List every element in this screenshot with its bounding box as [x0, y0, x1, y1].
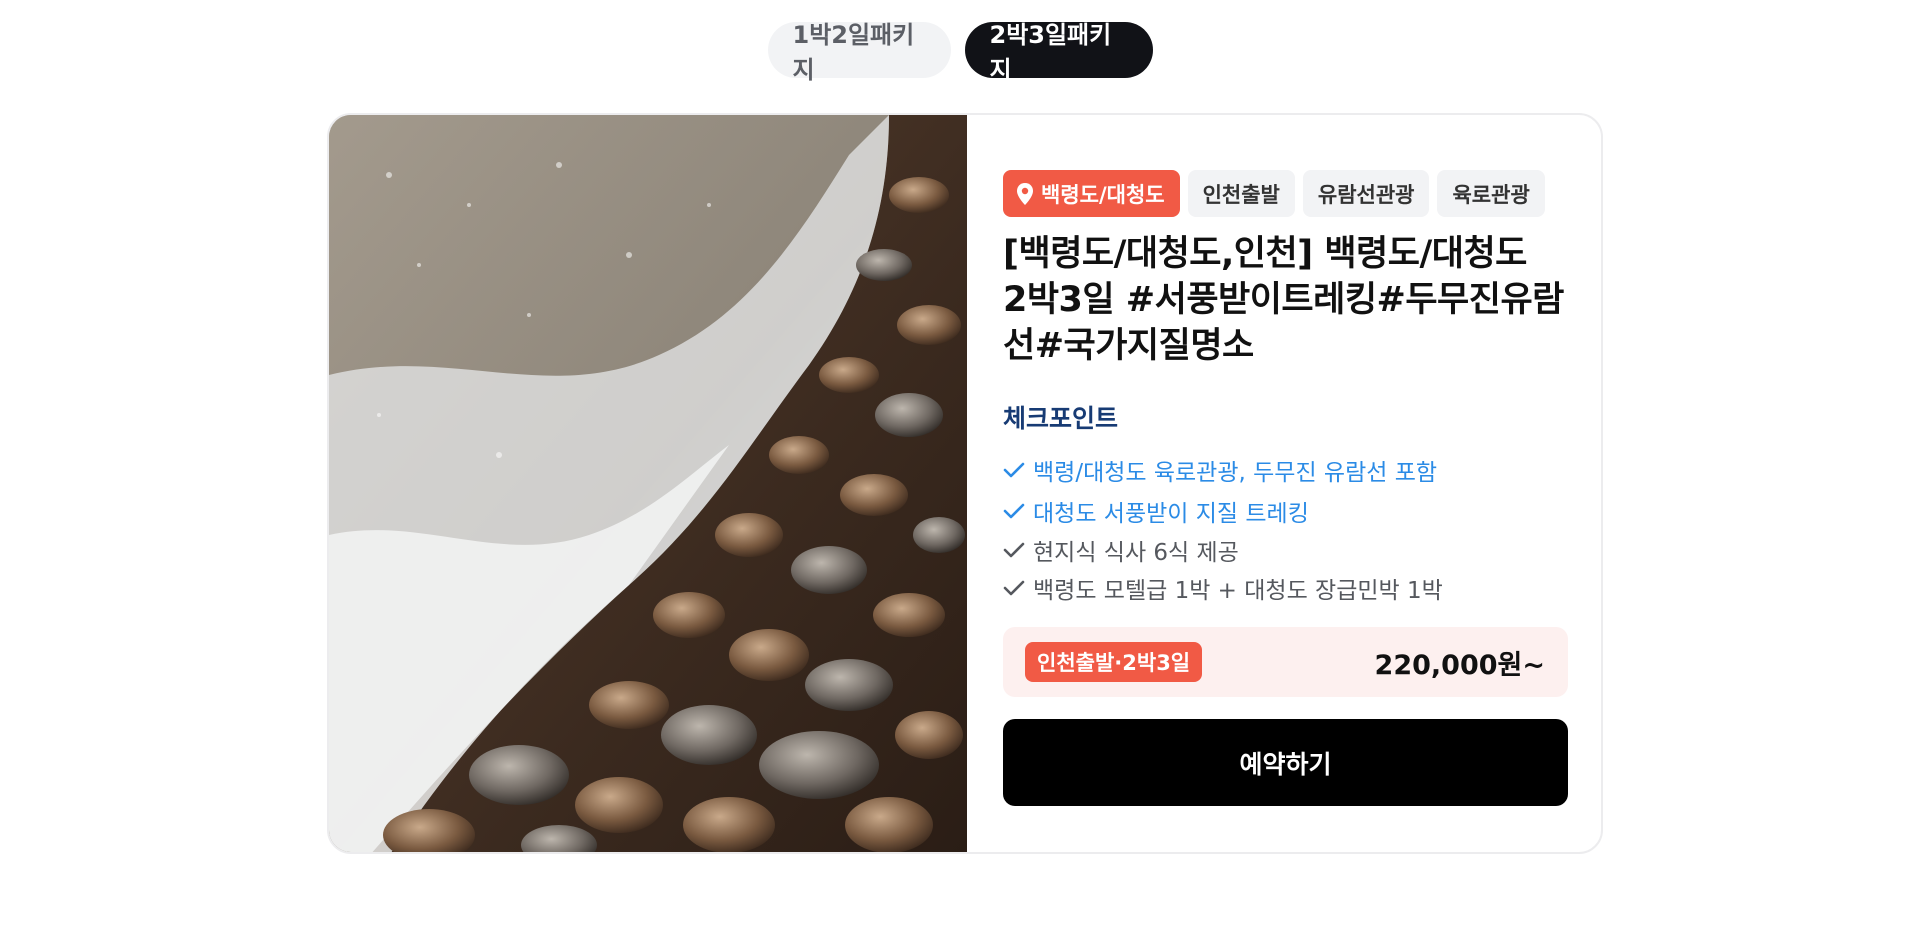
tab-2n3d-package[interactable]: 2박3일패키지 — [964, 21, 1153, 84]
tag-list: 백령도/대청도 인천출발 유람선관광 육로관광 — [1003, 170, 1568, 217]
package-card: 백령도/대청도 인천출발 유람선관광 육로관광 [백령도/대청도,인천] 백령도… — [327, 113, 1603, 854]
tag-departure: 인천출발 — [1187, 170, 1295, 217]
checkpoint-heading: 체크포인트 — [1003, 404, 1119, 433]
checkpoint-item: 백령도 모텔급 1박 + 대청도 장급민박 1박 — [1003, 569, 1568, 607]
tag-land-tour: 육로관광 — [1437, 170, 1545, 217]
checkpoint-text: 현지식 식사 6식 제공 — [1033, 540, 1239, 566]
title-line: 선#국가지질명소 — [1003, 326, 1254, 366]
price-option-tag: 인천출발·2박3일 — [1025, 642, 1203, 682]
price-box: 인천출발·2박3일 220,000원~ — [1003, 627, 1568, 697]
checkpoint-list: 백령/대청도 육로관광, 두무진 유람선 포함 대청도 서풍받이 지질 트레킹 … — [1003, 449, 1568, 607]
tag-location: 백령도/대청도 — [1003, 170, 1180, 217]
pebble-beach-photo — [329, 115, 967, 852]
checkpoint-item: 현지식 식사 6식 제공 — [1003, 531, 1568, 569]
book-button[interactable]: 예약하기 — [1003, 719, 1568, 806]
checkpoint-item: 대청도 서풍받이 지질 트레킹 — [1003, 490, 1568, 531]
checkpoint-text: 대청도 서풍받이 지질 트레킹 — [1033, 500, 1309, 527]
title-line: 2박3일 #서풍받이트레킹#두무진유람 — [1003, 280, 1564, 320]
checkpoint-text: 백령/대청도 육로관광, 두무진 유람선 포함 — [1033, 459, 1438, 486]
package-title: [백령도/대청도,인천] 백령도/대청도 2박3일 #서풍받이트레킹#두무진유람… — [1003, 231, 1568, 369]
title-line: [백령도/대청도,인천] 백령도/대청도 — [1003, 234, 1527, 274]
check-icon — [1003, 462, 1025, 477]
check-icon — [1003, 542, 1025, 558]
package-info: 백령도/대청도 인천출발 유람선관광 육로관광 [백령도/대청도,인천] 백령도… — [1003, 170, 1568, 806]
price-value: 220,000원~ — [1374, 649, 1545, 681]
tag-label: 백령도/대청도 — [1041, 182, 1165, 207]
location-pin-icon — [1017, 182, 1033, 205]
check-icon — [1003, 503, 1025, 518]
tag-cruise: 유람선관광 — [1302, 170, 1430, 217]
checkpoint-item: 백령/대청도 육로관광, 두무진 유람선 포함 — [1003, 449, 1568, 490]
package-tabs: 1박2일패키지 2박3일패키지 — [0, 21, 1920, 84]
check-icon — [1003, 580, 1025, 596]
tab-1n2d-package[interactable]: 1박2일패키지 — [767, 21, 951, 84]
checkpoint-text: 백령도 모텔급 1박 + 대청도 장급민박 1박 — [1033, 578, 1443, 604]
